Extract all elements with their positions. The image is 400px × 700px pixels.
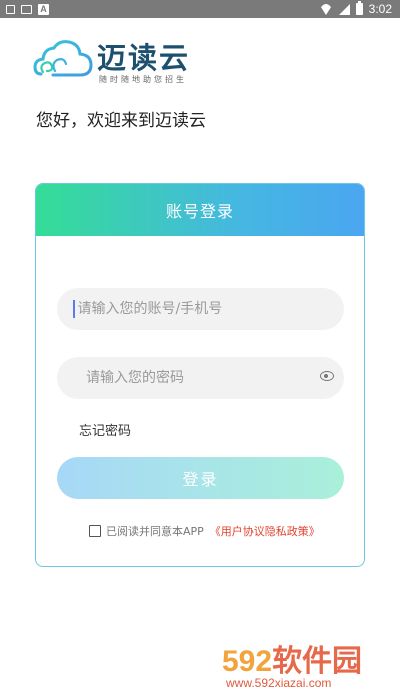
eye-icon[interactable] xyxy=(320,371,334,381)
battery-icon xyxy=(355,1,363,15)
forgot-password-link[interactable]: 忘记密码 xyxy=(79,420,131,439)
status-bar-right: 3:02 xyxy=(318,1,400,16)
a-icon: A xyxy=(38,3,49,15)
watermark-name: 软件园 xyxy=(272,645,363,678)
mini-window-icon xyxy=(6,4,15,14)
password-field[interactable] xyxy=(57,357,344,399)
site-watermark: 592软件园 www.592xiazai.com xyxy=(222,636,382,696)
image-icon xyxy=(21,4,32,14)
login-card: 账号登录 忘记密码 登录 已阅读并同意本APP 《用户协议隐私政策》 xyxy=(35,183,365,567)
watermark-url: www.592xiazai.com xyxy=(226,676,332,690)
agreement-row: 已阅读并同意本APP 《用户协议隐私政策》 xyxy=(89,523,320,539)
welcome-greeting: 您好，欢迎来到迈读云 xyxy=(36,111,206,131)
signal-icon xyxy=(338,3,350,15)
wifi-icon xyxy=(318,3,333,15)
status-time: 3:02 xyxy=(368,2,392,16)
status-bar-left: A xyxy=(0,3,49,15)
password-input[interactable] xyxy=(84,369,308,387)
login-card-header: 账号登录 xyxy=(36,184,364,236)
brand-slogan: 随时随地助您招生 xyxy=(99,75,187,84)
text-cursor xyxy=(73,300,75,318)
brand-name: 迈读云 xyxy=(97,41,191,75)
agreement-link[interactable]: 《用户协议隐私政策》 xyxy=(210,523,320,539)
login-button[interactable]: 登录 xyxy=(57,457,344,499)
login-card-title: 账号登录 xyxy=(165,202,234,221)
status-bar: A 3:02 xyxy=(0,0,400,18)
account-field[interactable] xyxy=(57,288,344,330)
agreement-checkbox[interactable] xyxy=(89,525,101,537)
cloud-logo-icon xyxy=(33,40,93,77)
watermark-logo: 592软件园 xyxy=(222,636,362,680)
watermark-number: 592 xyxy=(222,645,273,678)
agreement-text: 已阅读并同意本APP xyxy=(106,525,204,538)
app-logo: 迈读云 随时随地助您招生 xyxy=(33,38,203,90)
account-input[interactable] xyxy=(75,300,300,318)
